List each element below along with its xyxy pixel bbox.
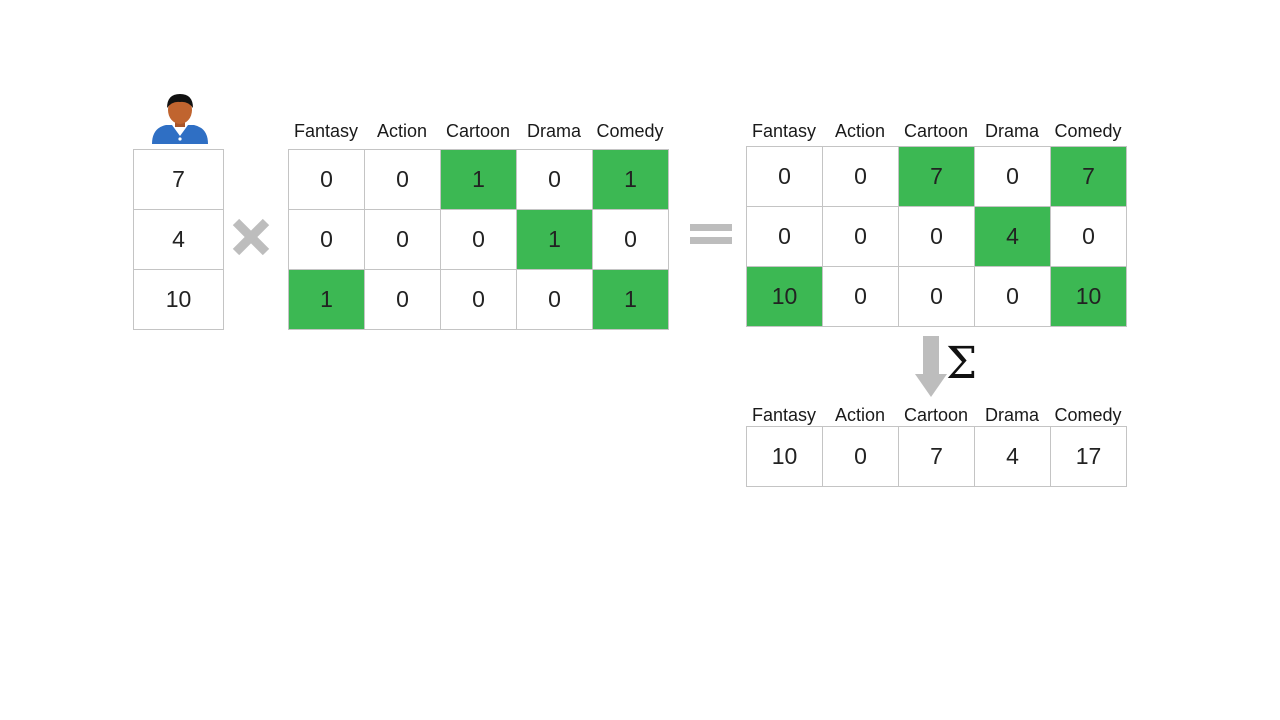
user-ratings-column: 7 4 10 <box>133 149 224 330</box>
column-header: Drama <box>984 121 1039 141</box>
matrix-row: 0 0 1 0 1 <box>288 149 669 210</box>
column-header: Action <box>376 121 428 141</box>
column-header: Cartoon <box>903 121 969 141</box>
matrix-cell: 0 <box>364 269 441 330</box>
matrix-cell: 1 <box>592 269 669 330</box>
equals-icon <box>690 224 732 244</box>
profile-cell: 0 <box>822 426 899 487</box>
genre-matrix: 0 0 1 0 1 0 0 0 1 0 1 0 0 0 1 <box>288 149 669 330</box>
matrix-cell: 0 <box>974 146 1051 207</box>
matrix-cell: 1 <box>288 269 365 330</box>
user-profile-row: 10 0 7 4 17 <box>746 426 1127 487</box>
matrix-cell: 7 <box>898 146 975 207</box>
matrix-row: 10 0 7 4 17 <box>746 426 1127 487</box>
profile-cell: 17 <box>1050 426 1127 487</box>
matrix-cell: 0 <box>592 209 669 270</box>
column-header: Cartoon <box>445 121 511 141</box>
profile-cell: 4 <box>974 426 1051 487</box>
matrix-cell: 0 <box>440 269 517 330</box>
matrix-cell: 0 <box>1050 206 1127 267</box>
matrix-cell: 0 <box>364 209 441 270</box>
weighted-matrix-headers: Fantasy Action Cartoon Drama Comedy <box>746 121 1126 142</box>
profile-cell: 10 <box>746 426 823 487</box>
down-arrow-icon <box>915 336 947 397</box>
matrix-cell: 0 <box>898 266 975 327</box>
column-header: Action <box>834 121 886 141</box>
profile-cell: 7 <box>898 426 975 487</box>
matrix-cell: 1 <box>440 149 517 210</box>
matrix-cell: 0 <box>288 209 365 270</box>
column-header: Fantasy <box>293 121 359 141</box>
multiply-icon <box>232 218 270 256</box>
matrix-row: 10 0 0 0 10 <box>746 266 1127 327</box>
matrix-cell: 0 <box>974 266 1051 327</box>
column-header: Comedy <box>1054 405 1122 425</box>
matrix-row: 0 0 0 1 0 <box>288 209 669 270</box>
column-header: Cartoon <box>903 405 969 425</box>
matrix-cell: 0 <box>822 206 899 267</box>
column-header: Comedy <box>596 121 664 141</box>
rating-cell: 7 <box>133 149 224 210</box>
column-header: Drama <box>984 405 1039 425</box>
matrix-cell: 0 <box>822 146 899 207</box>
matrix-cell: 7 <box>1050 146 1127 207</box>
column-header: Fantasy <box>751 121 817 141</box>
diagram-stage: 7 4 10 Fantasy Action Cartoon Drama Come… <box>0 0 1280 720</box>
column-header: Drama <box>526 121 581 141</box>
profile-headers: Fantasy Action Cartoon Drama Comedy <box>746 405 1126 426</box>
matrix-cell: 0 <box>364 149 441 210</box>
matrix-cell: 1 <box>516 209 593 270</box>
matrix-cell: 10 <box>746 266 823 327</box>
matrix-row: 0 0 7 0 7 <box>746 146 1127 207</box>
matrix-cell: 10 <box>1050 266 1127 327</box>
rating-cell: 4 <box>133 209 224 270</box>
matrix-cell: 0 <box>288 149 365 210</box>
matrix-row: 1 0 0 0 1 <box>288 269 669 330</box>
matrix-cell: 0 <box>516 149 593 210</box>
matrix-cell: 0 <box>746 146 823 207</box>
matrix-cell: 0 <box>440 209 517 270</box>
column-header: Fantasy <box>751 405 817 425</box>
matrix-cell: 0 <box>746 206 823 267</box>
column-header: Action <box>834 405 886 425</box>
matrix-cell: 1 <box>592 149 669 210</box>
matrix-cell: 0 <box>898 206 975 267</box>
matrix-cell: 0 <box>516 269 593 330</box>
matrix-cell: 4 <box>974 206 1051 267</box>
sum-symbol: Σ <box>946 338 978 389</box>
weighted-matrix: 0 0 7 0 7 0 0 0 4 0 10 0 0 0 10 <box>746 146 1127 327</box>
column-header: Comedy <box>1054 121 1122 141</box>
matrix-cell: 0 <box>822 266 899 327</box>
genre-matrix-headers: Fantasy Action Cartoon Drama Comedy <box>288 121 668 142</box>
matrix-row: 0 0 0 4 0 <box>746 206 1127 267</box>
rating-cell: 10 <box>133 269 224 330</box>
person-avatar-icon <box>152 94 208 144</box>
